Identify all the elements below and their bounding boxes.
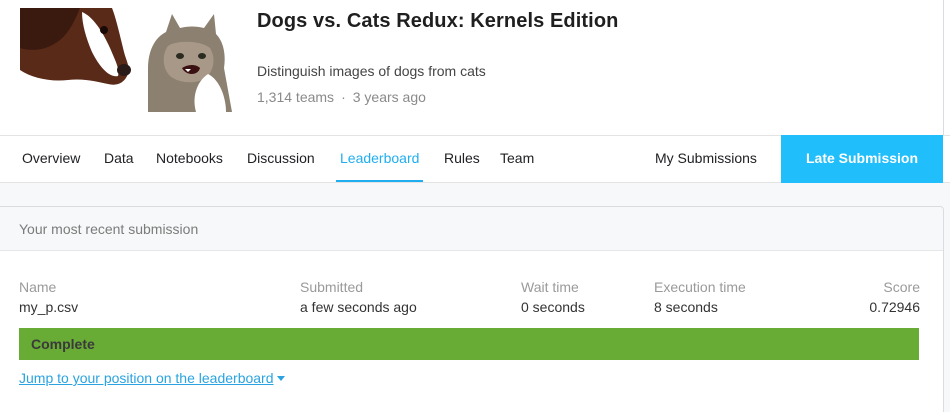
- tab-discussion[interactable]: Discussion: [247, 136, 315, 182]
- name-column-label: Name: [19, 279, 57, 295]
- late-submission-button[interactable]: Late Submission: [781, 135, 943, 183]
- competition-meta: 1,314 teams · 3 years ago: [257, 89, 426, 105]
- status-label: Complete: [31, 336, 95, 352]
- wait-time-column-label: Wait time: [521, 279, 579, 295]
- wait-time-value: 0 seconds: [521, 299, 585, 315]
- status-bar: Complete: [19, 328, 919, 360]
- submission-file-name: my_p.csv: [19, 299, 79, 315]
- my-submissions-link[interactable]: My Submissions: [655, 136, 757, 182]
- competition-hero-image: [20, 8, 232, 112]
- tab-rules[interactable]: Rules: [444, 136, 480, 182]
- tab-notebooks[interactable]: Notebooks: [156, 136, 223, 182]
- header-divider: [943, 0, 944, 135]
- jump-link-label: Jump to your position on the leaderboard: [19, 370, 274, 386]
- tab-overview[interactable]: Overview: [22, 136, 80, 182]
- recent-submission-card: Your most recent submission Name my_p.cs…: [0, 206, 944, 412]
- competition-nav: Overview Data Notebooks Discussion Leade…: [0, 135, 950, 183]
- meta-separator: ·: [341, 89, 346, 105]
- tab-data[interactable]: Data: [104, 136, 134, 182]
- card-heading: Your most recent submission: [19, 221, 199, 237]
- tab-team[interactable]: Team: [500, 136, 534, 182]
- competition-header: Dogs vs. Cats Redux: Kernels Edition Dis…: [0, 0, 950, 135]
- submitted-column-label: Submitted: [300, 279, 364, 295]
- execution-time-column-label: Execution time: [654, 279, 746, 295]
- tab-leaderboard[interactable]: Leaderboard: [336, 136, 424, 182]
- score-value: 0.72946: [869, 299, 920, 315]
- competition-title: Dogs vs. Cats Redux: Kernels Edition: [257, 10, 619, 32]
- submitted-time: a few seconds ago: [300, 299, 417, 315]
- execution-time-value: 8 seconds: [654, 299, 718, 315]
- competition-age: 3 years ago: [352, 89, 426, 105]
- competition-subtitle: Distinguish images of dogs from cats: [257, 63, 486, 79]
- team-count: 1,314 teams: [257, 89, 335, 105]
- score-column-label: Score: [883, 279, 920, 295]
- caret-down-icon: [276, 376, 285, 381]
- jump-to-leaderboard-link[interactable]: Jump to your position on the leaderboard: [19, 370, 285, 386]
- card-header: Your most recent submission: [0, 207, 943, 251]
